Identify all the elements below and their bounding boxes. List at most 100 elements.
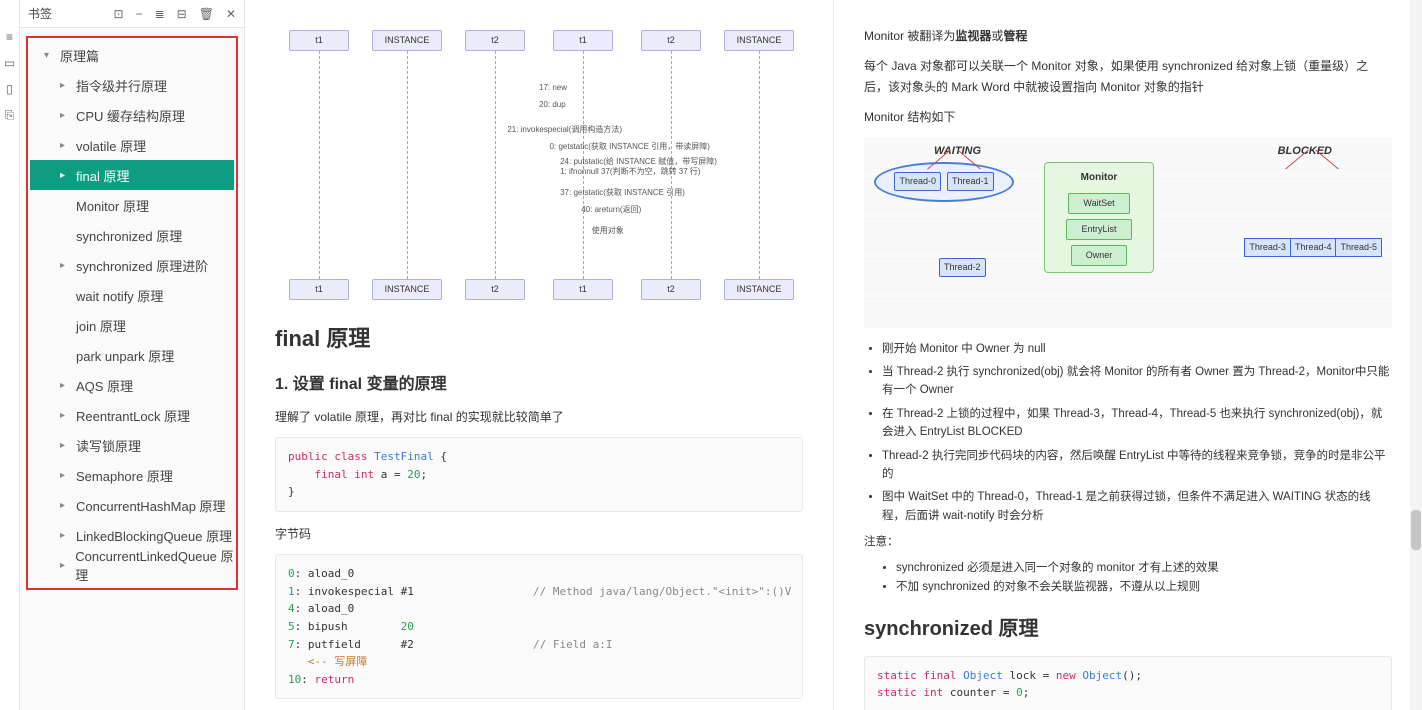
lane-box: INSTANCE	[372, 30, 443, 51]
lane-box: t1	[553, 30, 613, 51]
lane-box: t1	[289, 279, 349, 300]
bookmark-tree[interactable]: 原理篇 指令级并行原理 CPU 缓存结构原理 volatile 原理 final 原理…	[20, 28, 244, 710]
thread-box: Thread-4	[1290, 238, 1336, 257]
tree-item[interactable]: wait notify 原理	[30, 280, 234, 310]
bytecode-label: 字节码	[275, 524, 803, 544]
blocked-row: Thread-3 Thread-4 Thread-5	[1244, 238, 1382, 257]
sidebar-title: 书签	[28, 5, 52, 22]
paragraph: 每个 Java 对象都可以关联一个 Monitor 对象，如果使用 synchr…	[864, 56, 1392, 97]
collapse-icon[interactable]: −	[136, 7, 143, 21]
note-label: 注意：	[864, 533, 1392, 553]
tree-root[interactable]: 原理篇	[30, 40, 234, 70]
list-item: 不加 synchronized 的对象不会关联监视器，不遵从以上规则	[896, 578, 1392, 598]
caret-icon	[60, 140, 70, 151]
highlight-box: 原理篇 指令级并行原理 CPU 缓存结构原理 volatile 原理 final 原理…	[26, 36, 238, 590]
list-item: 在 Thread-2 上锁的过程中，如果 Thread-3，Thread-4，T…	[882, 405, 1392, 442]
tree-label: 读写锁原理	[76, 436, 141, 455]
sub-bullet-list: synchronized 必须是进入同一个对象的 monitor 才有上述的效果…	[896, 559, 1392, 598]
list-item: synchronized 必须是进入同一个对象的 monitor 才有上述的效果	[896, 559, 1392, 579]
content-area: t1t1INSTANCEINSTANCEt2t2t1t1t2t2INSTANCE…	[245, 0, 1422, 710]
lane-box: t2	[465, 279, 525, 300]
thread-box: Thread-2	[939, 258, 986, 277]
entrylist-slot: EntryList	[1066, 219, 1131, 240]
tree-item[interactable]: join 原理	[30, 310, 234, 340]
left-column: t1t1INSTANCEINSTANCEt2t2t1t1t2t2INSTANCE…	[245, 0, 833, 710]
paragraph: 理解了 volatile 原理，再对比 final 的实现就比较简单了	[275, 407, 803, 427]
thread-box: Thread-5	[1335, 238, 1382, 257]
tree-label: ReentrantLock 原理	[76, 406, 190, 425]
lane-box: INSTANCE	[724, 30, 795, 51]
thread-box: Thread-0	[894, 172, 941, 191]
trash-icon[interactable]: 🗑	[199, 7, 214, 21]
tree-label: park unpark 原理	[76, 346, 174, 365]
caret-icon	[60, 440, 70, 451]
seq-message: 使用对象	[592, 224, 624, 238]
close-icon[interactable]: ✕	[226, 7, 236, 21]
caret-icon	[60, 500, 70, 511]
caret-icon	[60, 380, 70, 391]
tree-label: 原理篇	[60, 46, 99, 65]
expand-icon[interactable]: ⊡	[114, 7, 124, 21]
right-column: Monitor 被翻译为监视器或管程 每个 Java 对象都可以关联一个 Mon…	[833, 0, 1422, 710]
monitor-diagram: WAITING BLOCKED Thread-0 Thread-1 Monito…	[864, 138, 1392, 328]
tree-item[interactable]: park unpark 原理	[30, 340, 234, 370]
doc-icon[interactable]: ▯	[3, 82, 17, 96]
tree-label: AQS 原理	[76, 376, 133, 395]
thread-box: Thread-1	[947, 172, 994, 191]
tree-icon[interactable]: ⊟	[177, 7, 187, 21]
sidebar-tools: ⊡ − ≣ ⊟ 🗑 ✕	[114, 7, 237, 21]
sidebar-header: 书签 ⊡ − ≣ ⊟ 🗑 ✕	[20, 0, 244, 28]
tree-label: synchronized 原理	[76, 226, 182, 245]
tree-item[interactable]: AQS 原理	[30, 370, 234, 400]
tree-item[interactable]: synchronized 原理进阶	[30, 250, 234, 280]
pin-icon[interactable]: ⎘	[3, 108, 17, 122]
tree-item[interactable]: synchronized 原理	[30, 220, 234, 250]
seq-message: 40: areturn(返回)	[581, 203, 641, 217]
tree-item[interactable]: volatile 原理	[30, 130, 234, 160]
paragraph: Monitor 结构如下	[864, 107, 1392, 127]
tree-item[interactable]: final 原理	[30, 160, 234, 190]
monitor-box: Monitor WaitSet EntryList Owner	[1044, 162, 1154, 274]
left-rail: ≡ ▭ ▯ ⎘	[0, 0, 20, 710]
menu-icon[interactable]: ≡	[3, 30, 17, 44]
lane-box: t2	[641, 279, 701, 300]
tree-item[interactable]: ConcurrentLinkedQueue 原理	[30, 550, 234, 580]
caret-icon	[44, 50, 54, 61]
caret-icon	[60, 170, 70, 181]
seq-message: 37: getstatic(获取 INSTANCE 引用)	[560, 186, 685, 200]
caret-icon	[60, 530, 70, 541]
tree-label: join 原理	[76, 316, 126, 335]
tree-item[interactable]: Semaphore 原理	[30, 460, 234, 490]
tree-item[interactable]: Monitor 原理	[30, 190, 234, 220]
tree-label: 指令级并行原理	[76, 76, 167, 95]
waitset-slot: WaitSet	[1068, 193, 1129, 214]
bullet-list: 刚开始 Monitor 中 Owner 为 null当 Thread-2 执行 …	[882, 340, 1392, 526]
lane-box: t2	[465, 30, 525, 51]
section-heading: 1. 设置 final 变量的原理	[275, 371, 803, 398]
tree-label: ConcurrentLinkedQueue 原理	[75, 546, 234, 584]
tree-item[interactable]: CPU 缓存结构原理	[30, 100, 234, 130]
caret-icon	[60, 80, 70, 91]
caret-icon	[60, 560, 69, 571]
tree-item[interactable]: ConcurrentHashMap 原理	[30, 490, 234, 520]
tree-item[interactable]: 读写锁原理	[30, 430, 234, 460]
code-block: 0: aload_0 1: invokespecial #1 // Method…	[275, 554, 803, 699]
list-item: 当 Thread-2 执行 synchronized(obj) 就会将 Moni…	[882, 363, 1392, 400]
tree-item[interactable]: 指令级并行原理	[30, 70, 234, 100]
lane-box: t2	[641, 30, 701, 51]
seq-message: 21: invokespecial(调用构造方法)	[507, 123, 622, 137]
scrollbar[interactable]	[1410, 0, 1422, 710]
sequence-diagram: t1t1INSTANCEINSTANCEt2t2t1t1t2t2INSTANCE…	[275, 30, 803, 300]
caret-icon	[60, 470, 70, 481]
list-icon[interactable]: ≣	[155, 7, 165, 21]
tree-label: CPU 缓存结构原理	[76, 106, 185, 125]
lane-box: t1	[553, 279, 613, 300]
scrollbar-thumb[interactable]	[1411, 510, 1421, 550]
article-title: final 原理	[275, 320, 803, 357]
tree-item[interactable]: ReentrantLock 原理	[30, 400, 234, 430]
code-block: public class TestFinal { final int a = 2…	[275, 437, 803, 512]
sidebar: 书签 ⊡ − ≣ ⊟ 🗑 ✕ 原理篇 指令级并行原理 CPU 缓存结构原理 vola…	[20, 0, 245, 710]
tree-label: final 原理	[76, 166, 129, 185]
page-icon[interactable]: ▭	[3, 56, 17, 70]
tree-label: Semaphore 原理	[76, 466, 173, 485]
